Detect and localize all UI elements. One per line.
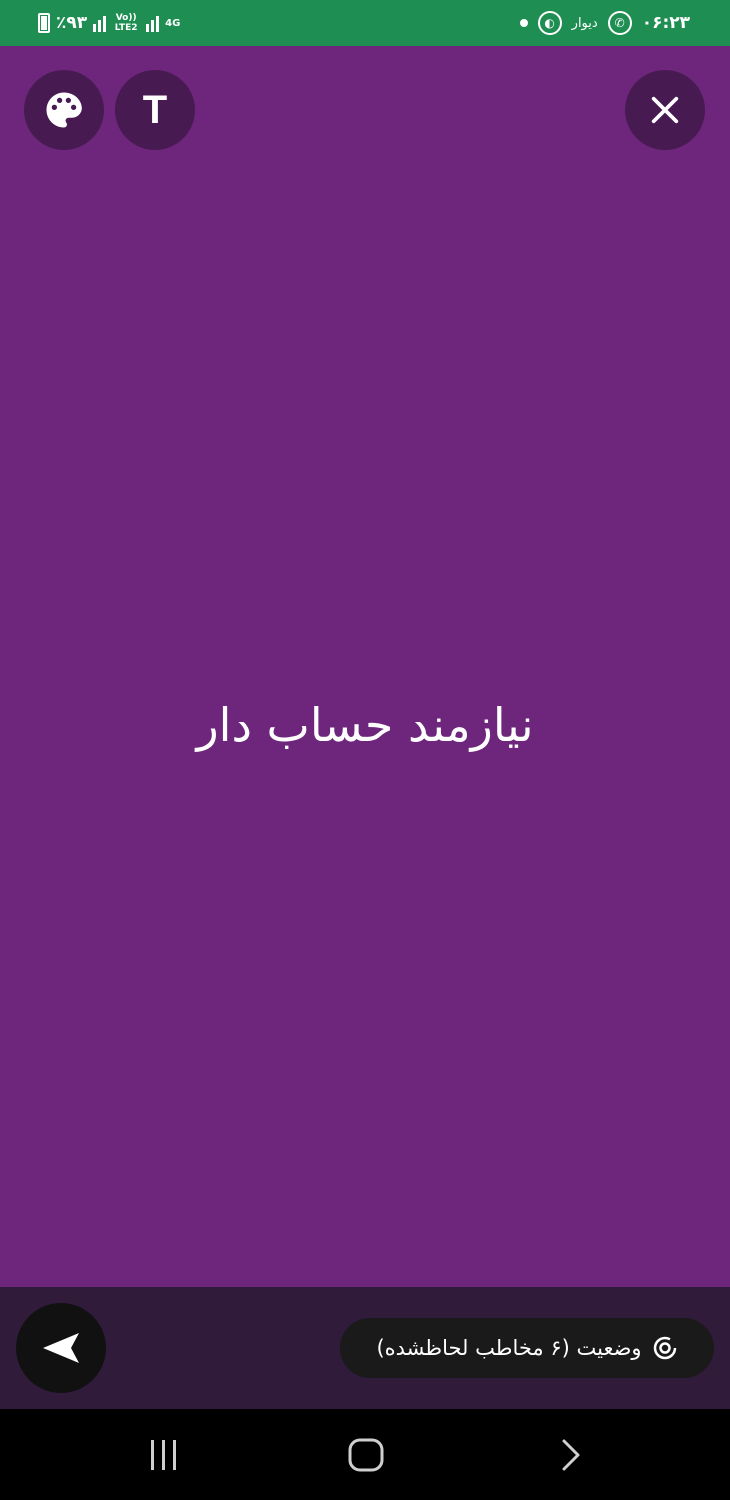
status-ring-icon [653,1336,676,1360]
network-type: 4G [165,17,181,29]
home-icon [348,1438,384,1472]
phone-icon: ✆ [607,11,632,35]
status-bar: ٪۹۳ Vo)) LTE2 4G ◐ دیوار ✆ ۰۶:۲۳ [0,0,730,46]
signal-icon [93,14,107,32]
status-bar-right: ◐ دیوار ✆ ۰۶:۲۳ [519,8,690,38]
status-privacy-button[interactable]: وضعیت (۶ مخاطب لحاظشده) [340,1318,714,1378]
divar-app-label: دیوار [571,15,598,31]
volte-indicator: Vo)) LTE2 [114,13,138,33]
text-icon: T [142,88,168,132]
battery-percent: ٪۹۳ [56,13,88,33]
palette-icon [46,92,82,128]
notification-dot-icon [519,19,528,27]
status-text-content[interactable]: نیازمند حساب دار [0,698,730,752]
close-button[interactable] [625,70,705,150]
signal-icon-2 [146,14,160,32]
clock: ۰۶:۲۳ [641,13,690,33]
close-icon [651,96,679,124]
text-style-button[interactable]: T [115,70,195,150]
navigation-bar [0,1409,730,1500]
home-button[interactable] [348,1437,384,1473]
bottom-bar: وضعیت (۶ مخاطب لحاظشده) [0,1287,730,1409]
send-icon [43,1333,79,1363]
recents-icon [150,1440,176,1470]
back-button[interactable] [556,1437,586,1473]
recents-button[interactable] [145,1437,181,1473]
send-button[interactable] [16,1303,106,1393]
battery-icon [38,13,50,33]
palette-button[interactable] [24,70,104,150]
status-privacy-label: وضعیت (۶ مخاطب لحاظشده) [376,1336,642,1360]
back-icon [562,1439,580,1471]
app-notification-icon: ◐ [537,11,562,35]
status-bar-left: ٪۹۳ Vo)) LTE2 4G [38,8,180,38]
